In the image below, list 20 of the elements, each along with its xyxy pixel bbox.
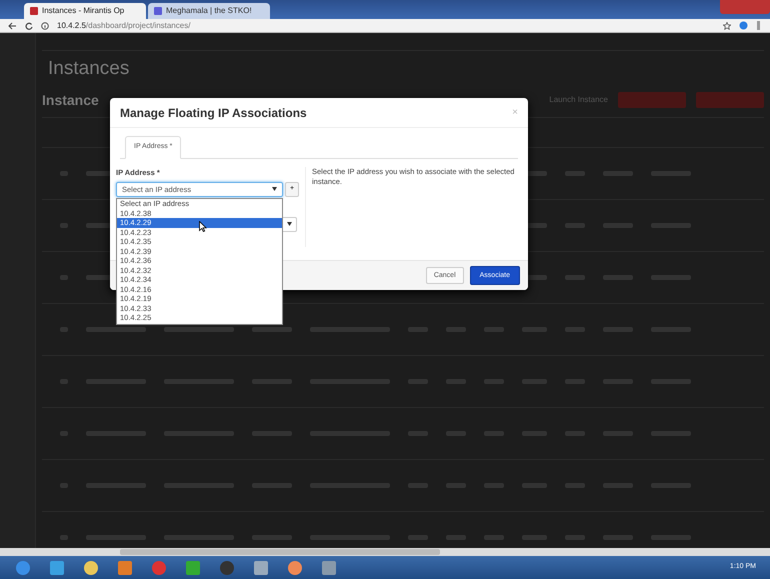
modal-title: Manage Floating IP Associations (120, 104, 307, 122)
scrollbar-thumb[interactable] (120, 549, 440, 555)
favicon (30, 7, 38, 15)
browser-tab[interactable]: Instances - Mirantis Op (24, 3, 146, 19)
blurred-text (164, 326, 234, 332)
address-bar[interactable]: 10.4.2.5/dashboard/project/instances/ (57, 20, 190, 32)
browser-tab[interactable]: Meghamala | the STKO! (148, 3, 270, 19)
blurred-text (86, 326, 146, 332)
star-icon[interactable] (723, 22, 731, 30)
extension-icon[interactable] (739, 21, 748, 30)
caret-icon (287, 222, 292, 226)
blurred-text (252, 326, 292, 332)
favicon (154, 7, 162, 15)
section-title: Instance (42, 90, 99, 110)
reload-icon[interactable] (25, 22, 33, 30)
info-icon (41, 22, 49, 30)
back-icon[interactable] (8, 22, 17, 30)
cursor-icon (199, 221, 207, 232)
page-title: Instances (48, 57, 130, 81)
caret-icon (272, 187, 277, 192)
